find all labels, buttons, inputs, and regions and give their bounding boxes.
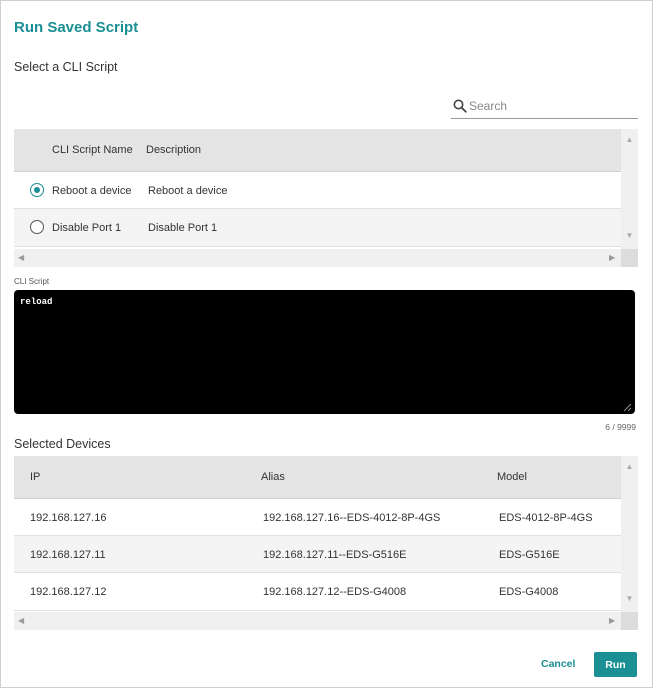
- device-row[interactable]: 192.168.127.11 192.168.127.11--EDS-G516E…: [14, 536, 621, 573]
- scroll-right-icon[interactable]: ▶: [609, 253, 615, 262]
- selected-devices-title: Selected Devices: [14, 437, 111, 451]
- device-alias: 192.168.127.12--EDS-G4008: [263, 586, 407, 598]
- dialog-title: Run Saved Script: [14, 19, 139, 36]
- script-row-disable-port[interactable]: Disable Port 1 Disable Port 1: [14, 209, 621, 247]
- scripts-table-header: CLI Script Name Description: [14, 129, 621, 172]
- device-ip: 192.168.127.16: [30, 512, 107, 524]
- column-header-script-name[interactable]: CLI Script Name: [52, 144, 133, 156]
- devices-horizontal-scrollbar[interactable]: ◀ ▶: [14, 612, 621, 630]
- device-model: EDS-G4008: [499, 586, 559, 598]
- script-radio-disable-port[interactable]: [30, 220, 44, 234]
- devices-vertical-scrollbar[interactable]: ▲ ▼: [621, 456, 638, 612]
- cli-script-char-counter: 6 / 9999: [605, 422, 636, 432]
- scripts-horizontal-scrollbar[interactable]: ◀ ▶: [14, 249, 621, 267]
- cancel-button[interactable]: Cancel: [541, 655, 575, 673]
- cli-script-label: CLI Script: [14, 277, 50, 286]
- device-ip: 192.168.127.11: [30, 549, 106, 561]
- device-model: EDS-4012-8P-4GS: [499, 512, 593, 524]
- script-description: Disable Port 1: [148, 222, 218, 234]
- scroll-down-icon[interactable]: ▼: [625, 231, 634, 240]
- cli-script-editor[interactable]: reload: [14, 290, 635, 414]
- scroll-up-icon[interactable]: ▲: [625, 135, 634, 144]
- script-description: Reboot a device: [148, 185, 228, 197]
- devices-table-header: IP Alias Model: [14, 456, 621, 499]
- scroll-corner: [621, 612, 638, 630]
- column-header-description[interactable]: Description: [146, 144, 201, 156]
- search-input[interactable]: [469, 97, 634, 115]
- search-icon: [453, 99, 467, 113]
- scroll-up-icon[interactable]: ▲: [625, 462, 634, 471]
- device-ip: 192.168.127.12: [30, 586, 107, 598]
- scripts-vertical-scrollbar[interactable]: ▲ ▼: [621, 129, 638, 249]
- scroll-left-icon[interactable]: ◀: [18, 616, 24, 625]
- script-radio-reboot[interactable]: [30, 183, 44, 197]
- device-alias: 192.168.127.16--EDS-4012-8P-4GS: [263, 512, 441, 524]
- search-box: [451, 95, 638, 119]
- device-alias: 192.168.127.11--EDS-G516E: [263, 549, 407, 561]
- column-header-alias[interactable]: Alias: [261, 471, 285, 483]
- column-header-model[interactable]: Model: [497, 471, 527, 483]
- run-saved-script-dialog: Run Saved Script Select a CLI Script CLI…: [0, 0, 653, 688]
- script-row-reboot[interactable]: Reboot a device Reboot a device: [14, 172, 621, 209]
- devices-table: IP Alias Model 192.168.127.16 192.168.12…: [14, 456, 638, 630]
- scroll-down-icon[interactable]: ▼: [625, 594, 634, 603]
- column-header-ip[interactable]: IP: [30, 471, 40, 483]
- scripts-table: CLI Script Name Description Reboot a dev…: [14, 129, 638, 267]
- scroll-right-icon[interactable]: ▶: [609, 616, 615, 625]
- device-row[interactable]: 192.168.127.12 192.168.127.12--EDS-G4008…: [14, 573, 621, 611]
- resize-handle-icon[interactable]: [623, 403, 632, 412]
- scroll-left-icon[interactable]: ◀: [18, 253, 24, 262]
- script-name: Disable Port 1: [52, 222, 122, 234]
- scroll-corner: [621, 249, 638, 267]
- device-model: EDS-G516E: [499, 549, 560, 561]
- select-script-label: Select a CLI Script: [14, 60, 118, 74]
- run-button[interactable]: Run: [594, 652, 637, 677]
- device-row[interactable]: 192.168.127.16 192.168.127.16--EDS-4012-…: [14, 499, 621, 536]
- script-name: Reboot a device: [52, 185, 132, 197]
